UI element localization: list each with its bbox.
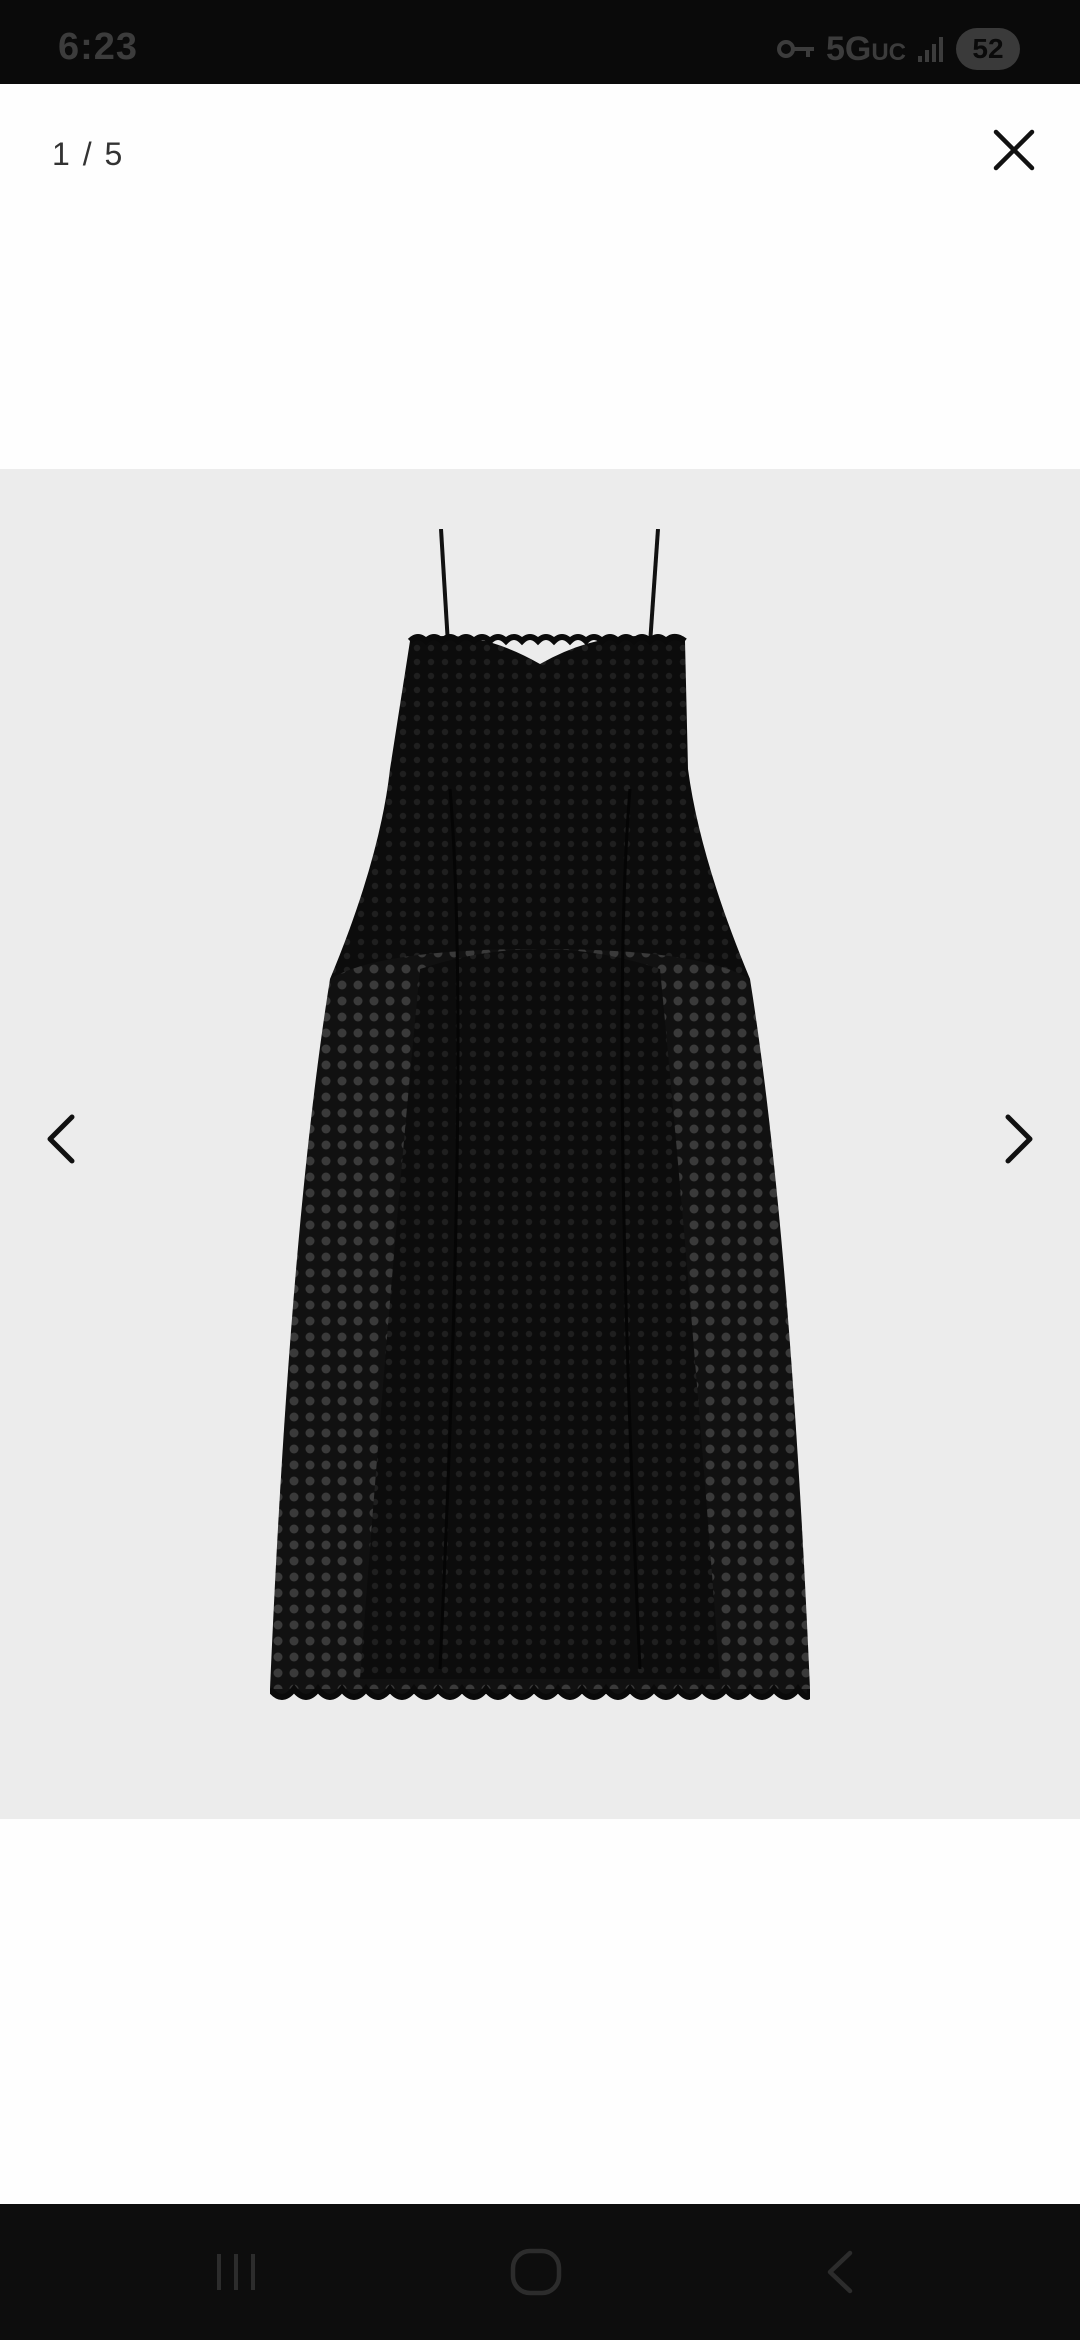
product-image[interactable] — [0, 469, 1080, 1819]
battery-indicator: 52 — [956, 28, 1020, 70]
dress-illustration — [270, 529, 810, 1700]
next-image-button[interactable] — [978, 1089, 1058, 1189]
status-icons: 5GUC 52 — [776, 24, 1020, 74]
recents-icon — [217, 2254, 255, 2290]
home-icon — [510, 2248, 562, 2296]
recents-button[interactable] — [196, 2242, 276, 2302]
chevron-left-icon — [47, 1114, 75, 1164]
system-nav-bar — [0, 2204, 1080, 2340]
close-icon — [993, 129, 1035, 171]
chevron-right-icon — [1005, 1114, 1033, 1164]
status-time: 6:23 — [58, 26, 139, 68]
network-type: 5GUC — [826, 30, 906, 69]
close-button[interactable] — [974, 110, 1054, 190]
image-counter: 1 / 5 — [52, 136, 125, 172]
back-button[interactable] — [800, 2242, 880, 2302]
network-suffix: UC — [871, 38, 906, 66]
back-icon — [827, 2250, 853, 2294]
vpn-key-icon — [776, 40, 814, 58]
network-label: 5G — [825, 29, 872, 68]
signal-icon — [918, 37, 943, 62]
status-bar: 6:23 5GUC 52 — [0, 0, 1080, 84]
previous-image-button[interactable] — [22, 1089, 102, 1189]
home-button[interactable] — [496, 2242, 576, 2302]
image-viewer: 1 / 5 — [0, 84, 1080, 2204]
